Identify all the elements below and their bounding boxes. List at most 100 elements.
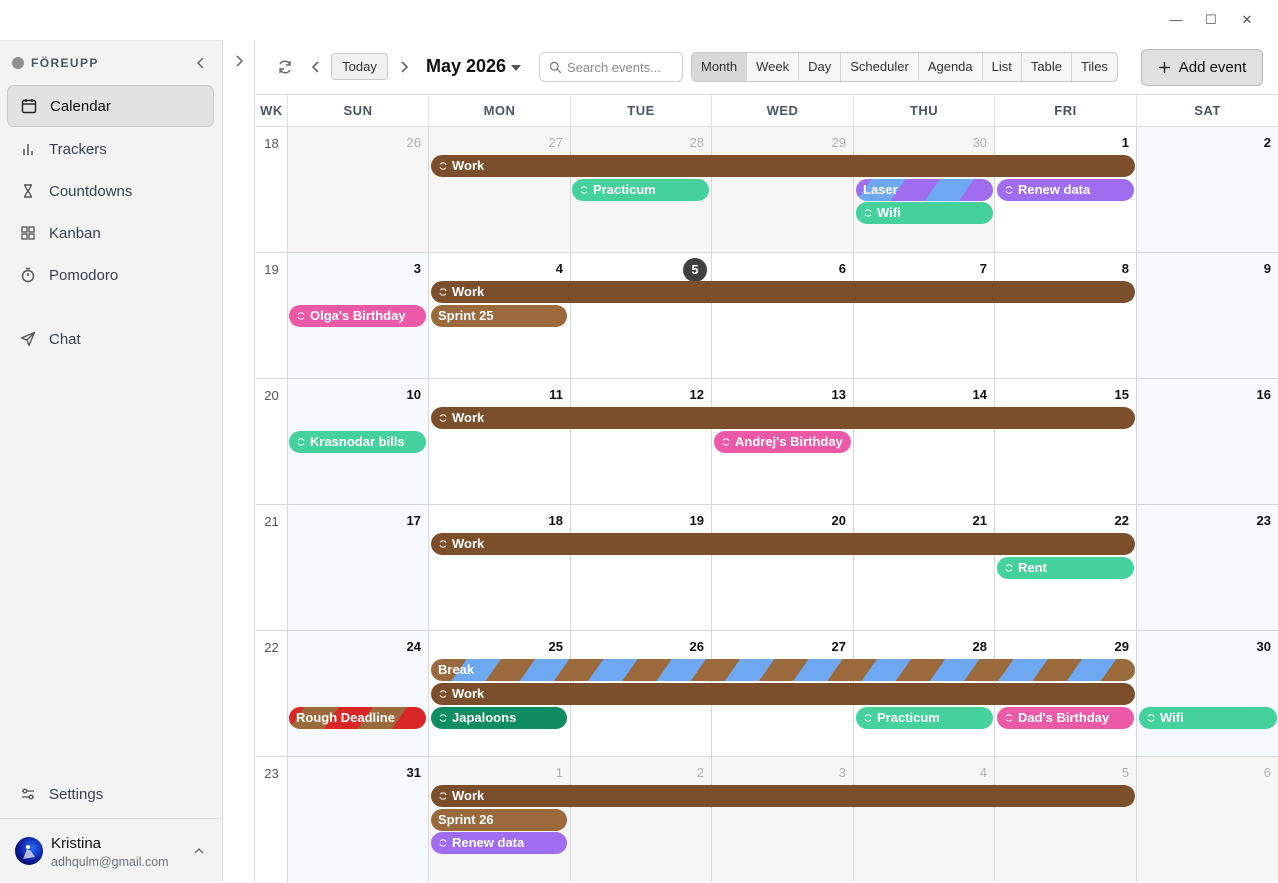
day-cell[interactable]: 23 [1137,505,1278,630]
event-work[interactable]: Work [431,785,1135,807]
event-sprint-25[interactable]: Sprint 25 [431,305,567,327]
day-cell[interactable]: 15 [995,379,1137,504]
day-cell[interactable]: 17 [288,505,429,630]
event-japaloons[interactable]: Japaloons [431,707,567,729]
view-tiles-button[interactable]: Tiles [1072,53,1117,81]
day-cell[interactable]: 21 [854,505,995,630]
repeat-icon [1147,714,1155,722]
expand-panel-icon[interactable] [230,52,248,70]
view-list-button[interactable]: List [983,53,1022,81]
repeat-icon [439,162,447,170]
day-cell[interactable]: 27 [429,127,571,252]
event-olgas-birthday[interactable]: Olga's Birthday [289,305,426,327]
event-dads-birthday[interactable]: Dad's Birthday [997,707,1134,729]
sidebar-item-chat[interactable]: Chat [7,318,214,360]
event-andrejs-birthday[interactable]: Andrej's Birthday [714,431,851,453]
repeat-icon [1005,714,1013,722]
previous-month-icon[interactable] [307,58,325,76]
chevron-up-icon[interactable] [192,844,206,858]
event-break[interactable]: Break [431,659,1135,681]
event-work[interactable]: Work [431,533,1135,555]
event-practicum[interactable]: Practicum [572,179,709,201]
event-title: Break [438,662,475,677]
next-month-icon[interactable] [395,58,413,76]
day-cell[interactable]: 2 [571,757,712,882]
sidebar-item-kanban[interactable]: Kanban [7,212,214,254]
day-cell[interactable]: 24 [288,631,429,756]
event-rent[interactable]: Rent [997,557,1134,579]
event-krasnodar-bills[interactable]: Krasnodar bills [289,431,426,453]
view-agenda-button[interactable]: Agenda [919,53,983,81]
day-cell[interactable]: 6 [1137,757,1278,882]
day-cell[interactable]: 3 [712,757,854,882]
sidebar-item-settings[interactable]: Settings [7,773,214,815]
sidebar: FÖREUPP Calendar Trackers Countdowns Kan… [0,40,223,882]
day-cell[interactable]: 12 [571,379,712,504]
week-row: 21 17 18 19 20 21 22 23 Work Rent [256,505,1278,631]
day-cell[interactable]: 11 [429,379,571,504]
event-renew-data[interactable]: Renew data [997,179,1134,201]
send-icon [20,331,36,347]
view-week-button[interactable]: Week [747,53,800,81]
view-switcher: Month Week Day Scheduler Agenda List Tab… [691,52,1118,82]
day-cell[interactable]: 9 [1137,253,1278,378]
event-wifi[interactable]: Wifi [856,202,993,224]
day-cell[interactable]: 14 [854,379,995,504]
event-laser[interactable]: Laser [856,179,993,201]
event-title: Krasnodar bills [310,434,405,449]
day-cell[interactable]: 30 [1137,631,1278,756]
event-title: Work [452,284,485,299]
day-cell[interactable]: 2 [1137,127,1278,252]
day-cell[interactable]: 26 [288,127,429,252]
user-profile[interactable]: Kristina adhqulm@gmail.com [0,818,222,883]
event-renew-data[interactable]: Renew data [431,832,567,854]
day-number: 5 [1121,765,1129,780]
view-month-button[interactable]: Month [692,53,748,81]
day-cell[interactable]: 6 [712,253,854,378]
day-cell[interactable]: 31 [288,757,429,882]
day-number: 20 [831,513,846,528]
search-box[interactable] [539,52,683,82]
day-cell[interactable]: 29 [712,127,854,252]
today-button[interactable]: Today [331,53,388,80]
day-cell-today[interactable]: 5 [571,253,712,378]
minimize-button[interactable]: — [1164,8,1188,32]
collapse-sidebar-icon[interactable] [192,54,210,72]
day-cell[interactable]: 7 [854,253,995,378]
repeat-icon [439,540,447,548]
day-cell[interactable]: 18 [429,505,571,630]
day-cell[interactable]: 4 [854,757,995,882]
event-work[interactable]: Work [431,155,1135,177]
sidebar-item-label: Settings [49,785,104,803]
maximize-button[interactable]: ☐ [1199,8,1223,32]
event-work[interactable]: Work [431,281,1135,303]
event-work[interactable]: Work [431,407,1135,429]
refresh-icon[interactable] [276,58,294,76]
caret-down-icon [511,64,522,71]
view-scheduler-button[interactable]: Scheduler [841,53,919,81]
month-selector[interactable]: May 2026 [426,56,522,77]
sidebar-item-countdowns[interactable]: Countdowns [7,170,214,212]
sidebar-item-trackers[interactable]: Trackers [7,128,214,170]
add-event-button[interactable]: Add event [1141,49,1263,86]
event-practicum[interactable]: Practicum [856,707,993,729]
day-cell[interactable]: 20 [712,505,854,630]
event-wifi[interactable]: Wifi [1139,707,1277,729]
sidebar-item-pomodoro[interactable]: Pomodoro [7,254,214,296]
close-button[interactable]: ✕ [1235,8,1259,32]
day-cell[interactable]: 16 [1137,379,1278,504]
event-rough-deadline[interactable]: Rough Deadline [289,707,426,729]
event-work[interactable]: Work [431,683,1135,705]
day-number: 14 [972,387,987,402]
day-cell[interactable]: 8 [995,253,1137,378]
view-table-button[interactable]: Table [1022,53,1072,81]
day-number: 26 [406,135,421,150]
view-day-button[interactable]: Day [799,53,842,81]
event-sprint-26[interactable]: Sprint 26 [431,809,567,831]
week-row: 18 26 27 28 29 30 1 2 Work Practicum Las… [256,127,1278,253]
day-cell[interactable]: 5 [995,757,1137,882]
sidebar-item-calendar[interactable]: Calendar [7,85,214,127]
day-number: 6 [838,261,846,276]
search-input[interactable] [567,58,679,76]
day-cell[interactable]: 19 [571,505,712,630]
